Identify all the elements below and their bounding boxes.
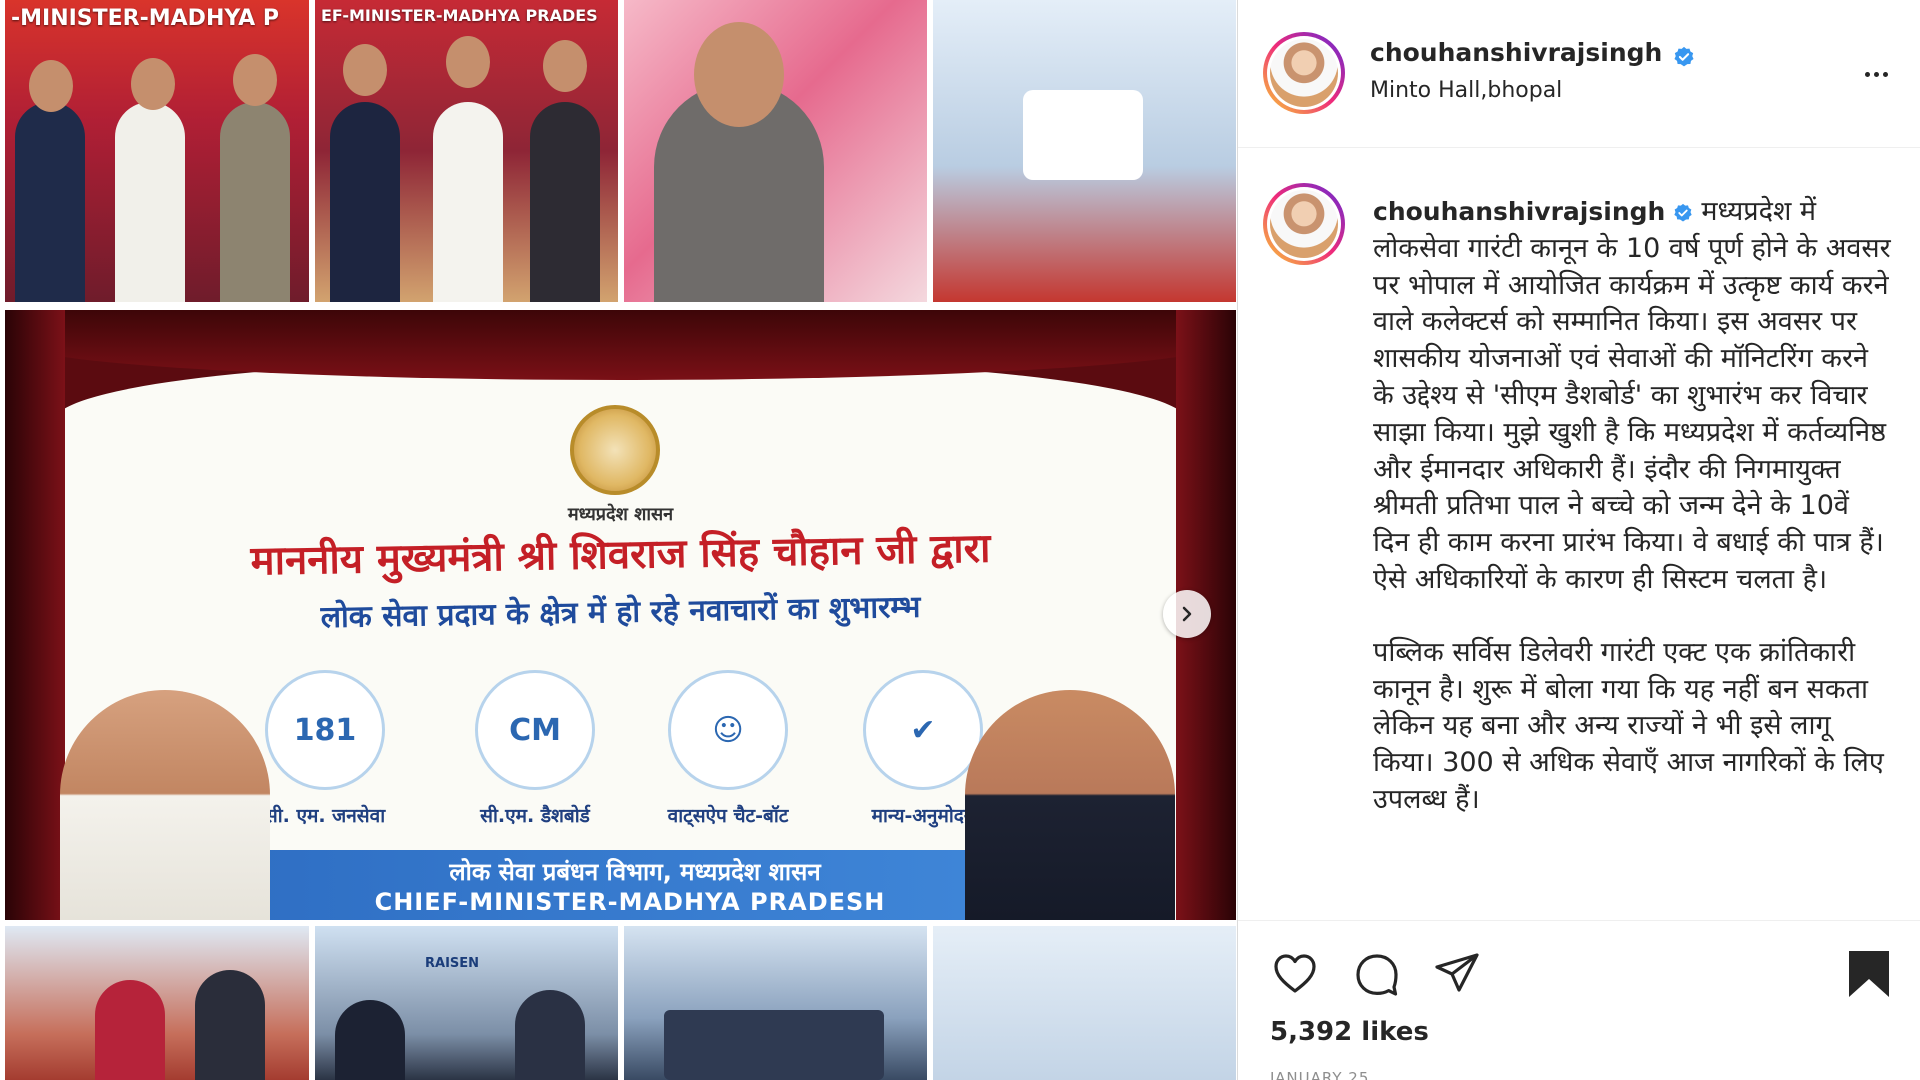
- photo-tile: [624, 926, 927, 1080]
- photo-caption-text: -MINISTER-MADHYA P: [11, 6, 279, 31]
- person-figure: [335, 1000, 405, 1080]
- person-head: [131, 58, 175, 110]
- photo-caption-text: RAISEN: [425, 956, 480, 971]
- person-head: [343, 44, 387, 96]
- photo-tile: EF-MINISTER-MADHYA PRADES: [315, 0, 618, 302]
- post-actions: 5,392 likes JANUARY 25: [1238, 920, 1920, 1080]
- banner-footer-text: CHIEF-MINISTER-MADHYA PRADESH: [374, 888, 886, 916]
- chatbot-icon: ☺: [668, 670, 788, 790]
- banner-icon-label: सी.एम. डैशबोर्ड: [480, 805, 590, 827]
- comment-icon: [1356, 954, 1398, 996]
- username-link[interactable]: chouhanshivrajsingh: [1370, 38, 1662, 67]
- paper-plane-icon: [1435, 953, 1479, 992]
- speaker-head: [694, 22, 784, 127]
- banner-department: लोक सेवा प्रबंधन विभाग, मध्यप्रदेश शासन: [449, 858, 821, 886]
- dot-icon: [1873, 71, 1879, 77]
- photo-tile: -MINISTER-MADHYA P: [5, 0, 309, 302]
- minister-portrait: [965, 690, 1175, 920]
- avatar[interactable]: [1263, 32, 1345, 114]
- person-head: [543, 40, 587, 92]
- post-date: JANUARY 25: [1270, 1069, 1370, 1080]
- avatar-photo: [1270, 39, 1338, 107]
- caption-text: पब्लिक सर्विस डिलेवरी गारंटी एक्ट एक क्र…: [1373, 636, 1884, 815]
- photo-caption-text: EF-MINISTER-MADHYA PRADES: [321, 6, 598, 25]
- photo-tile: [624, 0, 927, 302]
- post-media[interactable]: -MINISTER-MADHYA P EF-MINISTER-MADHYA PR…: [0, 0, 1237, 1080]
- cm-portrait: [60, 690, 270, 920]
- post-sidebar: chouhanshivrajsingh Minto Hall,bhopal ch…: [1238, 0, 1920, 1080]
- comment-button[interactable]: [1350, 947, 1404, 1001]
- dashboard-icon: CM: [475, 670, 595, 790]
- caption-paragraph: chouhanshivrajsingh मध्यप्रदेश में लोकसेव…: [1373, 194, 1893, 599]
- post-caption: chouhanshivrajsingh मध्यप्रदेश में लोकसेव…: [1373, 194, 1893, 819]
- location-link[interactable]: Minto Hall,bhopal: [1370, 78, 1562, 103]
- avatar-photo: [1270, 190, 1338, 258]
- photo-tile: [933, 926, 1236, 1080]
- carousel-next-button[interactable]: [1163, 590, 1211, 638]
- approval-icon: ✔: [863, 670, 983, 790]
- caption-text: मध्यप्रदेश में लोकसेवा गारंटी कानून के 1…: [1373, 196, 1891, 595]
- curtain-top: [5, 310, 1236, 380]
- person-head: [29, 60, 73, 112]
- more-options-button[interactable]: [1856, 54, 1896, 94]
- person-figure: [115, 102, 185, 302]
- photo-tile: [933, 0, 1236, 302]
- caption-scroll-area[interactable]: chouhanshivrajsingh मध्यप्रदेश में लोकसेव…: [1238, 150, 1920, 920]
- bookmark-icon: [1849, 951, 1889, 997]
- person-figure: [515, 990, 585, 1080]
- caption-avatar[interactable]: [1263, 183, 1345, 265]
- dot-icon: [1882, 71, 1888, 77]
- chevron-right-icon: [1182, 606, 1192, 622]
- banner-icon-label: वाट्सऐप चैट-बॉट: [667, 805, 789, 827]
- stage-table: [664, 1010, 884, 1080]
- save-button[interactable]: [1842, 947, 1896, 1001]
- person-head: [446, 36, 490, 88]
- photo-tile: RAISEN: [315, 926, 618, 1080]
- post-header: chouhanshivrajsingh Minto Hall,bhopal: [1238, 0, 1920, 148]
- likes-count[interactable]: 5,392 likes: [1270, 1017, 1429, 1047]
- photo-tile: [5, 926, 309, 1080]
- verified-badge-icon: [1674, 46, 1694, 66]
- caption-paragraph: पब्लिक सर्विस डिलेवरी गारंटी एक्ट एक क्र…: [1373, 635, 1893, 819]
- person-figure: [433, 102, 503, 302]
- share-button[interactable]: [1430, 947, 1484, 1001]
- heart-icon: [1274, 954, 1316, 993]
- like-button[interactable]: [1268, 947, 1322, 1001]
- person-head: [233, 54, 277, 106]
- verified-badge-icon: [1674, 203, 1692, 222]
- person-figure: [330, 102, 400, 302]
- header-user: chouhanshivrajsingh: [1370, 38, 1695, 68]
- phone-sms-icon: 181: [265, 670, 385, 790]
- person-figure: [195, 970, 265, 1080]
- caption-username-link[interactable]: chouhanshivrajsingh: [1373, 197, 1665, 226]
- person-figure: [220, 102, 290, 302]
- person-figure: [530, 102, 600, 302]
- dot-icon: [1864, 71, 1870, 77]
- person-figure: [15, 102, 85, 302]
- stage-screen: [1023, 90, 1143, 180]
- banner-image: मध्यप्रदेश शासन माननीय मुख्यमंत्री श्री …: [5, 310, 1236, 920]
- mp-govt-emblem: [570, 405, 660, 495]
- person-figure: [95, 980, 165, 1080]
